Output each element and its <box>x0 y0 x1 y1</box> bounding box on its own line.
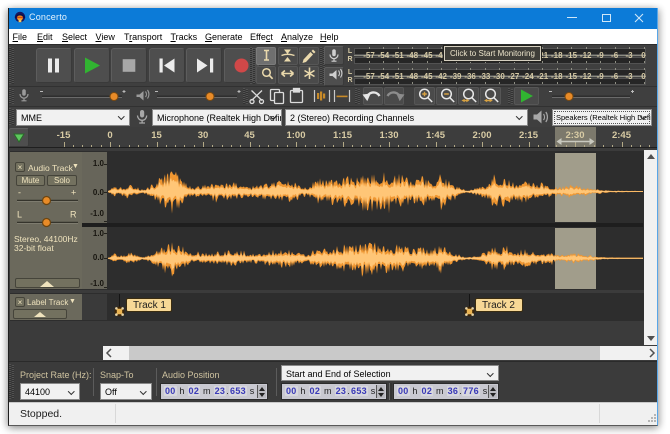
svg-text:+: + <box>71 188 76 198</box>
svg-text:-: - <box>18 188 21 198</box>
svg-text:L: L <box>17 210 22 220</box>
svg-text:R: R <box>70 210 77 220</box>
